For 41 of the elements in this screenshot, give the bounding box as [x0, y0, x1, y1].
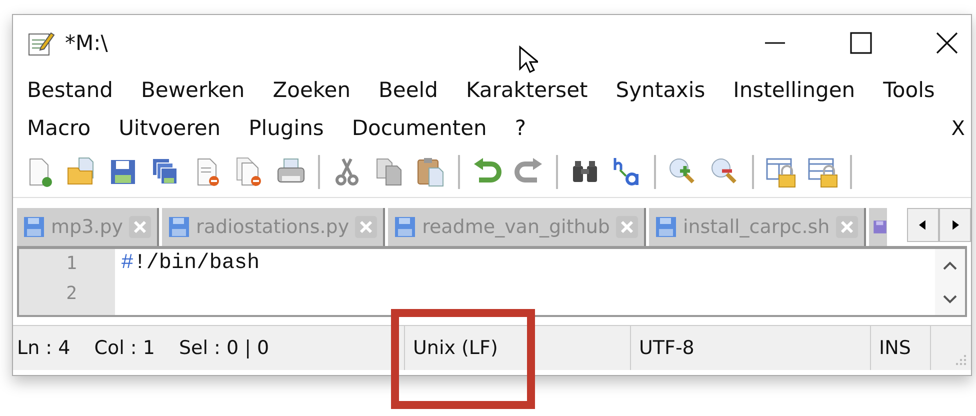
locked-window-icon[interactable] [765, 156, 797, 188]
code-line: #!/bin/bash [121, 251, 261, 277]
menu-item[interactable]: Documenten [352, 116, 487, 140]
status-text: Col : 1 [94, 337, 155, 359]
line-ending-text: Unix (LF) [413, 337, 498, 359]
tab-label: mp3.py [51, 216, 124, 238]
caret-left-icon [919, 219, 927, 231]
insert-mode-text: INS [879, 337, 911, 359]
caret-right-icon [951, 219, 959, 231]
scroll-left-button[interactable] [907, 208, 939, 242]
menu-item[interactable]: Zoeken [272, 78, 351, 102]
menu-item[interactable]: Beeld [378, 78, 438, 102]
menu-item[interactable]: Instellingen [733, 78, 856, 102]
file-tab[interactable] [868, 208, 887, 246]
locked-window-icon[interactable] [807, 156, 839, 188]
status-text: Sel : 0 | 0 [178, 337, 270, 359]
mouse-pointer-icon [518, 45, 538, 75]
menu-item[interactable]: Tools [883, 78, 935, 102]
menu-item[interactable]: ? [514, 116, 526, 140]
maximize-icon[interactable] [849, 31, 873, 55]
menu-item[interactable]: Karakterset [466, 78, 588, 102]
window-title: *M:\ [65, 31, 108, 55]
scroll-right-button[interactable] [939, 208, 971, 242]
status-text: Ln : 4 [17, 337, 70, 359]
menu-item[interactable]: Plugins [248, 116, 324, 140]
menu-item[interactable]: Bestand [27, 78, 114, 102]
tab-label: radiostations.py [196, 216, 350, 238]
scroll-up-icon[interactable] [942, 260, 958, 270]
line-number: 2 [66, 282, 77, 306]
tab-label: readme_van_github [422, 216, 610, 238]
menu-item[interactable]: Macro [27, 116, 91, 140]
close-document-button[interactable]: X [951, 116, 965, 140]
close-icon[interactable] [935, 31, 959, 55]
resize-grip-icon[interactable] [953, 352, 967, 366]
tab-label: install_carpc.sh [682, 216, 830, 238]
line-number: 1 [66, 252, 77, 276]
menu-item[interactable]: Bewerken [141, 78, 245, 102]
encoding-text: UTF-8 [639, 337, 694, 359]
menu-item[interactable]: Uitvoeren [118, 116, 221, 140]
menu-item[interactable]: Syntaxis [616, 78, 706, 102]
scroll-down-icon[interactable] [942, 294, 958, 304]
